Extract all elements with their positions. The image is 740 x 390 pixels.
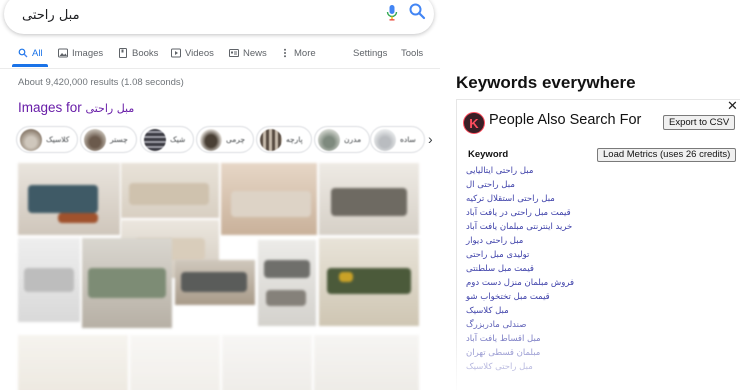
image-result[interactable] [121,163,219,218]
more-vertical-icon [284,48,286,58]
chip-thumbnail [20,128,42,151]
image-result[interactable] [82,238,172,328]
keyword-link[interactable]: مبل اقساط یافت آباد [466,332,586,346]
close-icon[interactable]: ✕ [727,99,738,112]
tab-news-label: News [243,47,267,59]
result-stats: About 9,420,000 results (1.08 seconds) [18,77,184,88]
tab-books[interactable]: Books [118,46,158,60]
panel-title: People Also Search For [489,112,642,128]
chip-thumbnail [374,128,396,151]
tab-all-label: All [32,47,43,59]
search-icon[interactable] [408,2,426,20]
image-chip[interactable]: شیک [140,126,195,153]
news-icon [229,49,239,57]
image-result[interactable] [314,335,419,390]
chip-label: مدرن [344,135,362,144]
keywords-everywhere-logo: K [463,112,485,134]
keyword-link[interactable]: مبل راحتی ال [466,178,586,192]
image-filter-chips: کلاسیک چستر شیک چرمی پارچه مدرن ساده › [16,126,433,154]
tab-more[interactable]: More [280,46,316,60]
image-result[interactable] [222,335,312,390]
chip-label: چرمی [226,135,246,144]
tab-all[interactable]: All [18,46,43,60]
image-result[interactable] [18,238,80,322]
keyword-link[interactable]: قیمت مبل سلطنتی [466,262,586,276]
export-csv-button[interactable]: Export to CSV [663,115,736,130]
image-result[interactable] [18,335,128,390]
tabs-divider [0,68,440,69]
microphone-icon[interactable] [386,4,398,22]
video-icon [171,48,181,58]
image-result[interactable] [130,335,220,390]
tab-videos-label: Videos [185,47,214,59]
image-chip[interactable]: چرمی [196,126,255,153]
keyword-link[interactable]: مبل راحتی دیوار [466,234,586,248]
image-chip[interactable]: ساده [370,126,425,153]
tab-images[interactable]: Images [58,46,103,60]
chip-thumbnail [318,128,340,151]
tab-tools[interactable]: Tools [401,46,423,60]
image-result[interactable] [258,240,316,326]
image-result[interactable] [221,163,317,235]
image-result[interactable] [175,260,255,305]
keyword-link[interactable]: مبلمان قسطی تهران [466,346,586,360]
image-chip[interactable]: پارچه [256,126,312,153]
chip-thumbnail [84,128,106,151]
tab-books-label: Books [132,47,159,59]
image-result[interactable] [319,238,419,326]
keyword-link[interactable]: مبل راحتی کلاسیک [466,360,586,374]
tab-videos[interactable]: Videos [171,46,214,60]
keyword-link[interactable]: قیمت مبل تختخواب شو [466,290,586,304]
tab-more-label: More [294,47,316,59]
search-input[interactable] [22,2,362,28]
keywords-everywhere-title: Keywords everywhere [456,73,636,92]
keyword-link[interactable]: مبل کلاسیک [466,304,586,318]
chip-label: ساده [400,135,416,144]
image-results-grid [0,160,430,390]
keyword-link[interactable]: صندلی مادربزرگ [466,318,586,332]
images-heading-link[interactable]: Images for مبل راحتی [18,100,134,115]
tab-settings-label: Settings [353,47,388,59]
image-chip[interactable]: چستر [80,126,137,153]
keyword-column-header: Keyword [468,149,509,160]
keyword-link[interactable]: فروش مبلمان منزل دست دوم [466,276,586,290]
keyword-link[interactable]: مبل راحتی ایتالیایی [466,164,586,178]
images-heading-prefix: Images for [18,100,82,115]
chevron-right-icon[interactable]: › [428,131,433,147]
tab-news[interactable]: News [229,46,267,60]
search-tabs: All Images Books Videos News More Settin… [0,46,440,67]
images-heading-query: مبل راحتی [85,102,135,115]
chip-label: پارچه [286,135,303,144]
search-bar[interactable] [4,0,434,34]
image-icon [58,48,68,58]
image-chip[interactable]: کلاسیک [16,126,79,153]
book-icon [119,48,127,58]
keyword-link[interactable]: خرید اینترنتی مبلمان یافت آباد [466,220,586,234]
chip-label: کلاسیک [46,135,70,144]
chip-thumbnail [200,128,222,151]
active-tab-indicator [12,64,48,67]
tab-tools-label: Tools [401,47,424,59]
chip-label: شیک [170,135,186,144]
image-result[interactable] [18,163,120,235]
load-metrics-button[interactable]: Load Metrics (uses 26 credits) [597,148,737,162]
image-chip[interactable]: مدرن [314,126,371,153]
keyword-link[interactable]: تولیدی مبل راحتی [466,248,586,262]
chip-label: چستر [110,135,128,144]
tab-images-label: Images [72,47,104,59]
chip-thumbnail [260,128,282,151]
keyword-list: مبل راحتی ایتالیایی مبل راحتی ال مبل راح… [466,164,586,374]
search-icon [18,48,28,58]
chip-thumbnail [144,128,166,151]
tab-settings[interactable]: Settings [353,46,387,60]
image-result[interactable] [319,163,419,235]
keyword-link[interactable]: قیمت مبل راحتی در یافت آباد [466,206,586,220]
keyword-link[interactable]: مبل راحتی استقلال ترکیه [466,192,586,206]
